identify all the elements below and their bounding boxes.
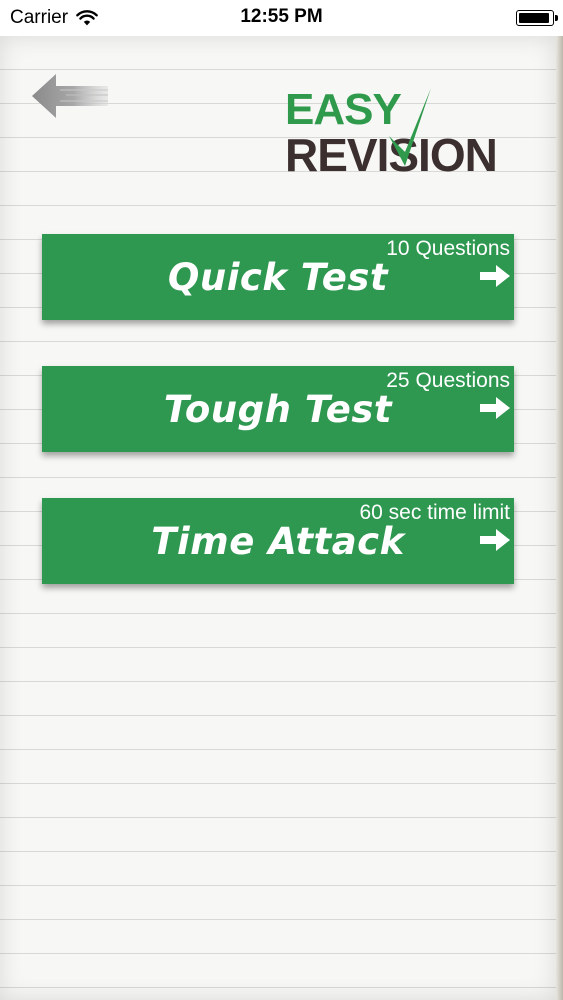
- right-arrow-icon: [480, 397, 510, 419]
- time-attack-button[interactable]: 60 sec time limit Time Attack: [42, 498, 514, 584]
- quick-test-title: Quick Test: [167, 256, 389, 299]
- battery-level: [519, 13, 550, 23]
- back-button[interactable]: [30, 70, 110, 122]
- easy-revision-logo: EASY REVISION: [285, 88, 535, 180]
- left-arrow-icon: [32, 74, 108, 118]
- quick-test-button[interactable]: 10 Questions Quick Test: [42, 234, 514, 320]
- status-time: 12:55 PM: [240, 6, 323, 27]
- status-bar: Carrier 12:55 PM: [0, 0, 563, 36]
- paper-edge: [556, 36, 563, 1000]
- right-arrow-icon: [480, 529, 510, 551]
- tough-test-title: Tough Test: [163, 388, 393, 431]
- checkmark-icon: [389, 88, 431, 166]
- right-arrow-icon: [480, 265, 510, 287]
- battery-icon: [516, 10, 558, 26]
- time-attack-title: Time Attack: [151, 520, 405, 563]
- tough-test-button[interactable]: 25 Questions Tough Test: [42, 366, 514, 452]
